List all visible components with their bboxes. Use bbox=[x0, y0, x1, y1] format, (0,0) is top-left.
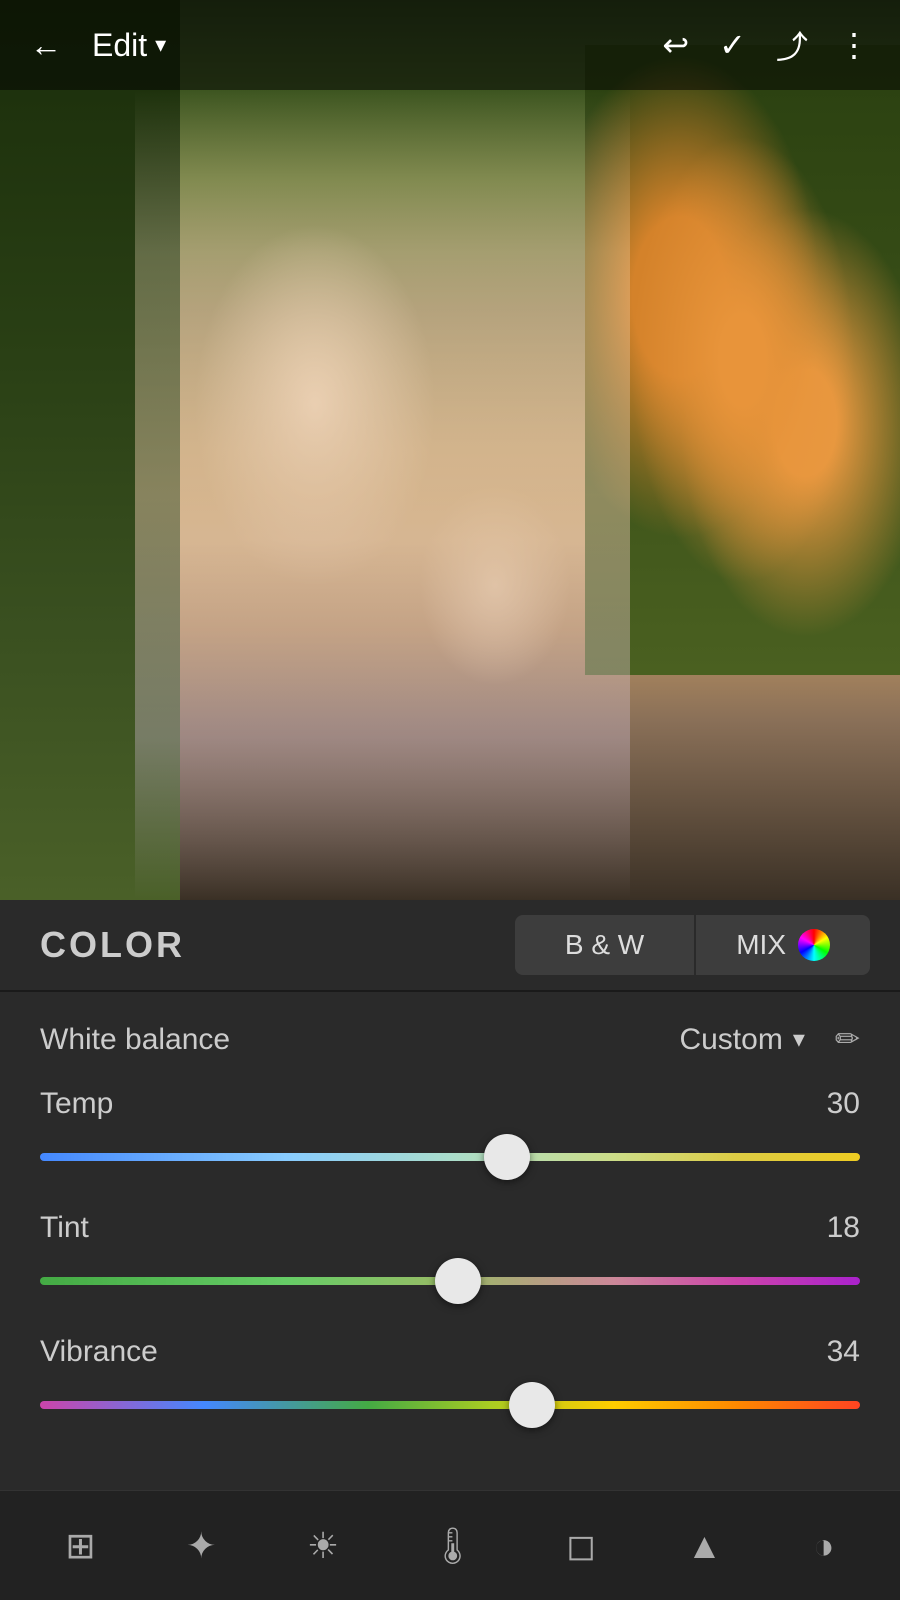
back-button[interactable]: ← bbox=[30, 27, 62, 64]
tint-label: Tint bbox=[40, 1211, 89, 1245]
toolbar-effects-icon[interactable]: ◻ bbox=[566, 1525, 596, 1567]
toolbar-light-icon[interactable]: ☀ bbox=[307, 1525, 339, 1567]
photo-preview bbox=[0, 0, 900, 900]
temp-slider-header: Temp 30 bbox=[40, 1087, 860, 1121]
undo-button[interactable]: ↩ bbox=[662, 26, 689, 64]
temp-slider-track-container[interactable] bbox=[40, 1135, 860, 1179]
vibrance-value: 34 bbox=[827, 1335, 860, 1369]
tint-slider-track bbox=[40, 1277, 860, 1285]
header-left: ← Edit ▾ bbox=[30, 27, 166, 64]
edit-title[interactable]: Edit ▾ bbox=[92, 27, 166, 64]
tab-bw[interactable]: B & W bbox=[515, 915, 694, 975]
mix-label: MIX bbox=[736, 929, 786, 961]
header: ← Edit ▾ ↩ ✓ ⤴ ⋮ bbox=[0, 0, 900, 90]
vibrance-slider-track bbox=[40, 1401, 860, 1409]
toolbar-color-icon[interactable]: 🌡 bbox=[430, 1525, 476, 1567]
eyedropper-button[interactable]: ✏ bbox=[835, 1022, 860, 1057]
vibrance-slider-header: Vibrance 34 bbox=[40, 1335, 860, 1369]
tint-slider-track-container[interactable] bbox=[40, 1259, 860, 1303]
temp-value: 30 bbox=[827, 1087, 860, 1121]
more-button[interactable]: ⋮ bbox=[838, 26, 870, 64]
vibrance-slider-thumb[interactable] bbox=[509, 1382, 555, 1428]
edit-panel: COLOR B & W MIX White balance Custom ▾ ✏… bbox=[0, 900, 900, 1600]
vibrance-slider-section: Vibrance 34 bbox=[40, 1335, 860, 1427]
edit-chevron: ▾ bbox=[155, 32, 166, 58]
edit-label: Edit bbox=[92, 27, 147, 64]
tint-slider-thumb[interactable] bbox=[435, 1258, 481, 1304]
temp-slider-thumb[interactable] bbox=[484, 1134, 530, 1180]
tint-slider-header: Tint 18 bbox=[40, 1211, 860, 1245]
white-balance-row: White balance Custom ▾ ✏ bbox=[40, 1022, 860, 1057]
tint-slider-section: Tint 18 bbox=[40, 1211, 860, 1303]
tab-color[interactable]: COLOR bbox=[30, 924, 515, 966]
share-button[interactable]: ⤴ bbox=[776, 22, 808, 68]
confirm-button[interactable]: ✓ bbox=[719, 26, 746, 64]
toolbar-presets-icon[interactable]: ⊞ bbox=[65, 1525, 95, 1567]
vibrance-slider-track-container[interactable] bbox=[40, 1383, 860, 1427]
tab-row: COLOR B & W MIX bbox=[0, 900, 900, 990]
dropdown-chevron-icon: ▾ bbox=[793, 1025, 805, 1054]
white-balance-label: White balance bbox=[40, 1023, 679, 1057]
temp-label: Temp bbox=[40, 1087, 113, 1121]
temp-slider-track bbox=[40, 1153, 860, 1161]
controls-area: White balance Custom ▾ ✏ Temp 30 Tint bbox=[0, 992, 900, 1479]
toolbar-auto-icon[interactable]: ✦ bbox=[186, 1525, 216, 1567]
vibrance-label: Vibrance bbox=[40, 1335, 158, 1369]
photo-flowers bbox=[585, 45, 900, 675]
white-balance-value: Custom bbox=[679, 1023, 782, 1057]
toolbar-curves-icon[interactable]: ◑ bbox=[813, 1525, 835, 1567]
tint-value: 18 bbox=[827, 1211, 860, 1245]
photo-person bbox=[135, 90, 630, 900]
bottom-toolbar: ⊞ ✦ ☀ 🌡 ◻ ▲ ◑ bbox=[0, 1490, 900, 1600]
temp-slider-section: Temp 30 bbox=[40, 1087, 860, 1179]
color-wheel-icon bbox=[798, 929, 830, 961]
tab-mix[interactable]: MIX bbox=[696, 915, 870, 975]
photo-background bbox=[0, 0, 900, 900]
white-balance-dropdown[interactable]: Custom ▾ bbox=[679, 1023, 804, 1057]
header-right: ↩ ✓ ⤴ ⋮ bbox=[662, 22, 870, 68]
toolbar-detail-icon[interactable]: ▲ bbox=[687, 1525, 723, 1567]
